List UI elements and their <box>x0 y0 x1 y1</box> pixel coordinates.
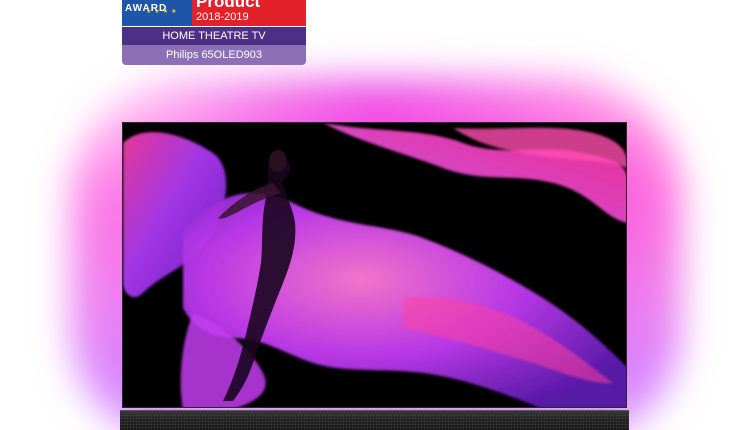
award-year-range: 2018-2019 <box>196 11 249 23</box>
award-logo: AWARD ★★★★ <box>122 0 192 26</box>
tv-screen <box>122 122 627 408</box>
screen-artwork <box>123 123 626 407</box>
award-header: AWARD ★★★★ Product 2018-2019 <box>122 0 306 26</box>
eisa-award-badge: AWARD ★★★★ Product 2018-2019 HOME THEATR… <box>122 0 306 68</box>
award-category: HOME THEATRE TV <box>122 27 306 45</box>
tv-soundbar <box>120 410 629 430</box>
product-image: AWARD ★★★★ Product 2018-2019 HOME THEATR… <box>0 0 750 430</box>
eu-stars-icon: ★★★★ <box>146 9 180 15</box>
award-product-block: Product 2018-2019 <box>192 0 306 26</box>
dancer-head <box>269 150 287 172</box>
award-model: Philips 65OLED903 <box>122 45 306 65</box>
